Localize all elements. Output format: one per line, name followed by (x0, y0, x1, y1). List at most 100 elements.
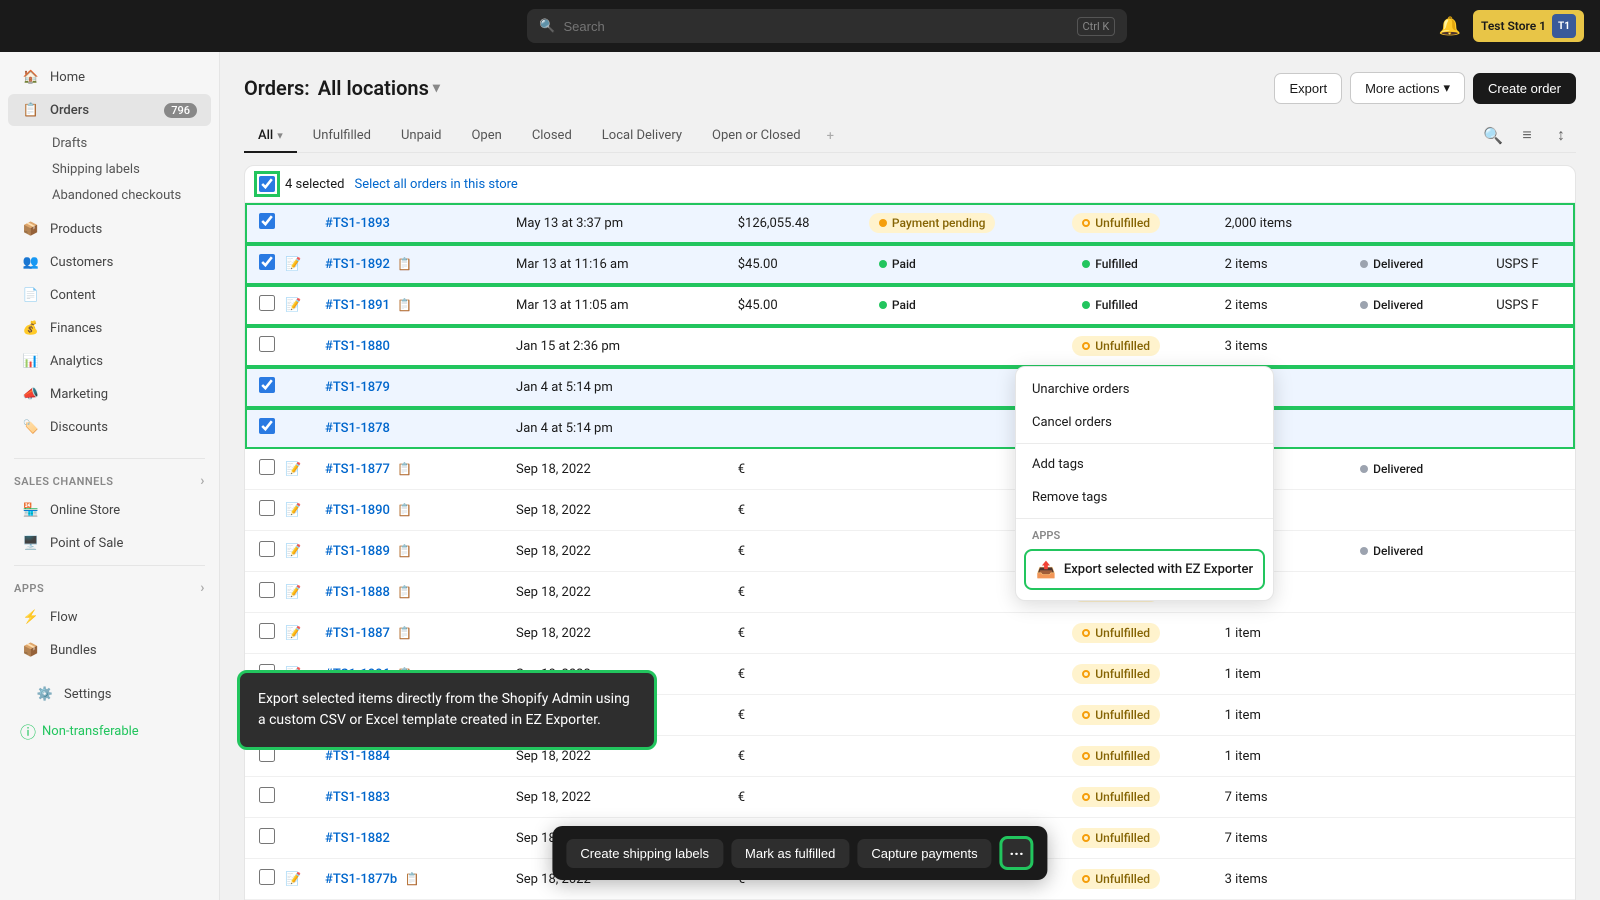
context-menu-unarchive[interactable]: Unarchive orders (1016, 373, 1273, 406)
order-delivery-cell: Delivered (1336, 449, 1482, 490)
note-icon: 📝 (285, 872, 301, 887)
tab-local-delivery[interactable]: Local Delivery (588, 120, 696, 153)
tab-add-button[interactable]: + (817, 121, 844, 152)
sidebar-item-customers[interactable]: 👥 Customers (8, 246, 211, 278)
notification-icon[interactable]: 🔔 (1439, 16, 1461, 37)
sidebar-item-drafts[interactable]: Drafts (42, 131, 211, 156)
order-customer-cell (687, 285, 724, 326)
row-checkbox[interactable] (259, 213, 275, 229)
pos-icon: 🖥️ (22, 534, 40, 552)
orders-badge: 796 (164, 103, 197, 118)
tab-open[interactable]: Open (457, 120, 515, 153)
order-payment-cell (855, 695, 1058, 736)
select-all-link[interactable]: Select all orders in this store (354, 177, 517, 192)
create-order-button[interactable]: Create order (1473, 73, 1576, 104)
sidebar-item-products[interactable]: 📦 Products (8, 213, 211, 245)
tab-open-or-closed[interactable]: Open or Closed (698, 120, 815, 153)
row-checkbox[interactable] (259, 418, 275, 434)
sidebar-item-online-store[interactable]: 🏪 Online Store (8, 494, 211, 526)
sidebar-item-content[interactable]: 📄 Content (8, 279, 211, 311)
create-shipping-labels-button[interactable]: Create shipping labels (566, 839, 723, 868)
tab-unpaid[interactable]: Unpaid (387, 120, 455, 153)
analytics-icon: 📊 (22, 352, 40, 370)
row-checkbox[interactable] (259, 377, 275, 393)
order-items-cell: 2,000 items (1211, 203, 1337, 244)
sidebar-item-flow[interactable]: ⚡ Flow (8, 601, 211, 633)
store-selector[interactable]: Test Store 1 T1 (1473, 10, 1584, 42)
search-input[interactable] (563, 19, 1068, 34)
order-items-cell: 1 item (1211, 736, 1337, 777)
sidebar-item-settings[interactable]: ⚙️ Settings (22, 678, 197, 710)
filter-icon[interactable]: ≡ (1512, 121, 1542, 151)
export-button[interactable]: Export (1274, 73, 1342, 104)
row-note-cell: 📝 (281, 285, 311, 326)
order-link[interactable]: #TS1-1890 (325, 503, 390, 518)
order-carrier-cell (1482, 695, 1575, 736)
tab-closed[interactable]: Closed (518, 120, 586, 153)
row-checkbox[interactable] (259, 500, 275, 516)
row-checkbox[interactable] (259, 254, 275, 270)
more-actions-bottom-button[interactable]: ··· (1000, 836, 1034, 870)
context-menu-add-tags[interactable]: Add tags (1016, 448, 1273, 481)
search-filter-icon[interactable]: 🔍 (1478, 121, 1508, 151)
order-link[interactable]: #TS1-1888 (325, 585, 390, 600)
capture-payments-button[interactable]: Capture payments (857, 839, 991, 868)
order-delivery-cell (1336, 326, 1482, 367)
row-checkbox[interactable] (259, 623, 275, 639)
select-all-checkbox[interactable] (259, 176, 275, 192)
sidebar-item-marketing[interactable]: 📣 Marketing (8, 378, 211, 410)
non-transferable-item[interactable]: ⓘ Non-transferable (14, 711, 205, 751)
order-link[interactable]: #TS1-1879 (325, 380, 390, 395)
expand-icon[interactable]: › (200, 473, 205, 489)
sidebar-item-finances[interactable]: 💰 Finances (8, 312, 211, 344)
row-checkbox[interactable] (259, 295, 275, 311)
location-dropdown[interactable]: All locations ▾ (318, 76, 440, 100)
sidebar-item-analytics[interactable]: 📊 Analytics (8, 345, 211, 377)
row-action-cell (472, 449, 502, 490)
order-link[interactable]: #TS1-1883 (325, 790, 390, 805)
order-link[interactable]: #TS1-1892 (325, 257, 390, 272)
sidebar-item-abandoned-checkouts[interactable]: Abandoned checkouts (42, 183, 211, 208)
order-link[interactable]: #TS1-1884 (325, 749, 390, 764)
row-note-cell (281, 326, 311, 367)
context-menu-ez-exporter[interactable]: 📤 Export selected with EZ Exporter (1024, 549, 1265, 590)
order-link[interactable]: #TS1-1887 (325, 626, 390, 641)
order-customer-cell (687, 531, 724, 572)
order-link[interactable]: #TS1-1877 (325, 462, 390, 477)
row-checkbox-cell (245, 572, 281, 613)
delivered-dot (1360, 547, 1368, 555)
sidebar-item-shipping-labels[interactable]: Shipping labels (42, 157, 211, 182)
sidebar-item-label: Orders (50, 103, 89, 118)
order-carrier-cell: USPS F (1482, 285, 1575, 326)
expand-apps-icon[interactable]: › (200, 580, 205, 596)
row-checkbox[interactable] (259, 459, 275, 475)
order-link[interactable]: #TS1-1889 (325, 544, 390, 559)
sidebar-item-discounts[interactable]: 🏷️ Discounts (8, 411, 211, 443)
context-menu-cancel[interactable]: Cancel orders (1016, 406, 1273, 439)
tab-all[interactable]: All ▾ (244, 120, 297, 153)
order-link[interactable]: #TS1-1893 (325, 216, 390, 231)
row-checkbox[interactable] (259, 336, 275, 352)
row-checkbox[interactable] (259, 869, 275, 885)
sidebar-item-home[interactable]: 🏠 Home (8, 61, 211, 93)
tooltip-text: Export selected items directly from the … (258, 691, 630, 728)
search-bar[interactable]: 🔍 Ctrl K (527, 9, 1127, 43)
order-link[interactable]: #TS1-1891 (325, 298, 390, 313)
tab-unfulfilled[interactable]: Unfulfilled (299, 120, 385, 153)
more-actions-button[interactable]: More actions ▾ (1350, 72, 1465, 104)
mark-as-fulfilled-button[interactable]: Mark as fulfilled (731, 839, 849, 868)
order-fulfillment-cell: Unfulfilled (1058, 654, 1210, 695)
row-checkbox[interactable] (259, 582, 275, 598)
sidebar-item-orders[interactable]: 📋 Orders 796 (8, 94, 211, 126)
order-link[interactable]: #TS1-1878 (325, 421, 390, 436)
sort-icon[interactable]: ↕ (1546, 121, 1576, 151)
sidebar-item-pos[interactable]: 🖥️ Point of Sale (8, 527, 211, 559)
order-link[interactable]: #TS1-1877b (325, 872, 397, 887)
row-checkbox[interactable] (259, 828, 275, 844)
order-link[interactable]: #TS1-1880 (325, 339, 390, 354)
order-link[interactable]: #TS1-1882 (325, 831, 390, 846)
row-checkbox[interactable] (259, 787, 275, 803)
row-checkbox[interactable] (259, 541, 275, 557)
context-menu-remove-tags[interactable]: Remove tags (1016, 481, 1273, 514)
sidebar-item-bundles[interactable]: 📦 Bundles (8, 634, 211, 666)
